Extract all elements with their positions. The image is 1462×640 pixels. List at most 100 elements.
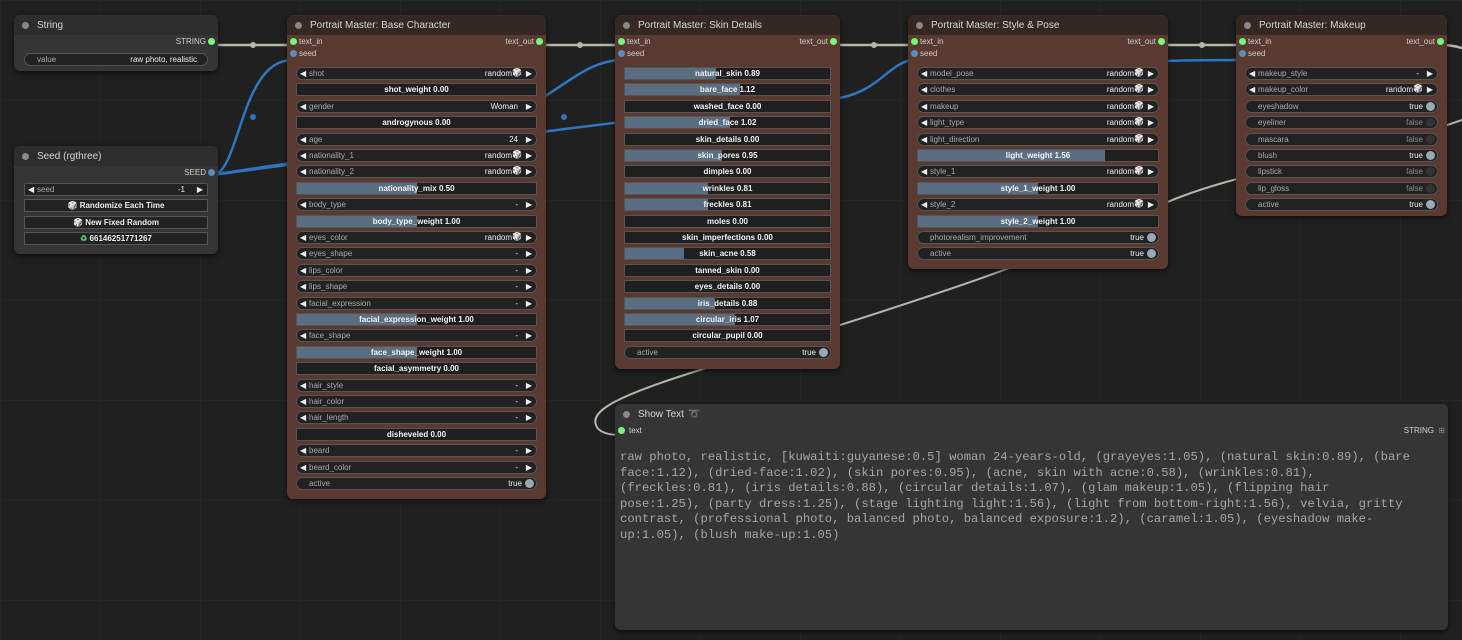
- combo-makeup[interactable]: ◀ makeup random 🎲 ▶: [917, 99, 1159, 113]
- left-arrow-icon[interactable]: ◀: [300, 397, 306, 406]
- right-arrow-icon[interactable]: ▶: [526, 331, 532, 340]
- slider-nationality-mix[interactable]: nationality_mix 0.50: [296, 181, 537, 195]
- right-arrow-icon[interactable]: ▶: [1148, 167, 1154, 176]
- grid-port-icon[interactable]: ⊞: [1438, 426, 1445, 435]
- right-arrow-icon[interactable]: ▶: [1427, 69, 1433, 78]
- collapse-dot-icon[interactable]: [22, 21, 29, 29]
- combo-shot[interactable]: ◀ shot random 🎲 ▶: [296, 67, 537, 80]
- seed-node[interactable]: Seed (rgthree) SEED ◀ seed -1 ▶ 🎲 Random…: [14, 146, 218, 254]
- left-arrow-icon[interactable]: ◀: [300, 200, 306, 209]
- right-arrow-icon[interactable]: ▶: [1148, 69, 1154, 78]
- slider-dried-face[interactable]: dried_face 1.02: [624, 116, 831, 130]
- right-arrow-icon[interactable]: ▶: [1148, 102, 1154, 111]
- toggle-active[interactable]: active true: [296, 477, 537, 490]
- slider-washed-face[interactable]: washed_face 0.00: [624, 99, 831, 113]
- left-arrow-icon[interactable]: ◀: [1249, 85, 1255, 94]
- right-arrow-icon[interactable]: ▶: [1148, 85, 1154, 94]
- toggle-photorealism-improvement[interactable]: photorealism_improvement true: [917, 231, 1159, 244]
- slider-facial-expression-weight[interactable]: facial_expression_weight 1.00: [296, 313, 537, 326]
- slider-skin-details[interactable]: skin_details 0.00: [624, 132, 831, 146]
- left-arrow-icon[interactable]: ◀: [300, 446, 306, 455]
- combo-beard-color[interactable]: ◀ beard_color - ▶: [296, 460, 537, 474]
- combo-face-shape[interactable]: ◀ face_shape - ▶: [296, 329, 537, 343]
- slider-iris-details[interactable]: iris_details 0.88: [624, 296, 831, 310]
- left-arrow-icon[interactable]: ◀: [300, 167, 306, 176]
- left-arrow-icon[interactable]: ◀: [921, 102, 927, 111]
- slider-body-type-weight[interactable]: body_type_weight 1.00: [296, 214, 537, 228]
- left-arrow-icon[interactable]: ◀: [921, 69, 927, 78]
- right-arrow-icon[interactable]: ▶: [526, 413, 532, 422]
- combo-makeup-style[interactable]: ◀ makeup_style - ▶: [1245, 67, 1438, 80]
- combo-nationality-1[interactable]: ◀ nationality_1 random 🎲 ▶: [296, 149, 537, 162]
- slider-dimples[interactable]: dimples 0.00: [624, 165, 831, 179]
- toggle-active[interactable]: active true: [624, 345, 831, 359]
- combo-facial-expression[interactable]: ◀ facial_expression - ▶: [296, 296, 537, 310]
- left-arrow-icon[interactable]: ◀: [300, 413, 306, 422]
- combo-age[interactable]: ◀ age 24 ▶: [296, 132, 537, 146]
- left-arrow-icon[interactable]: ◀: [300, 102, 306, 111]
- toggle-lip-gloss[interactable]: lip_gloss false: [1245, 181, 1438, 195]
- node-title[interactable]: Portrait Master: Base Character: [287, 15, 546, 35]
- combo-hair-length[interactable]: ◀ hair_length - ▶: [296, 411, 537, 425]
- seed-output-port[interactable]: [208, 169, 215, 176]
- collapse-dot-icon[interactable]: [295, 21, 302, 29]
- toggle-eyeliner[interactable]: eyeliner false: [1245, 116, 1438, 130]
- style-pose-node[interactable]: Portrait Master: Style & Pose text_in text…: [908, 15, 1168, 269]
- right-arrow-icon[interactable]: ▶: [526, 102, 532, 111]
- combo-hair-style[interactable]: ◀ hair_style - ▶: [296, 378, 537, 392]
- right-arrow-icon[interactable]: ▶: [526, 69, 532, 78]
- right-arrow-icon[interactable]: ▶: [526, 135, 532, 144]
- combo-clothes[interactable]: ◀ clothes random 🎲 ▶: [917, 83, 1159, 97]
- right-arrow-icon[interactable]: ▶: [526, 167, 532, 176]
- left-arrow-icon[interactable]: ◀: [300, 135, 306, 144]
- text-out-port[interactable]: [830, 38, 837, 45]
- collapse-dot-icon[interactable]: [22, 152, 29, 160]
- node-title[interactable]: Portrait Master: Makeup: [1236, 15, 1447, 35]
- randomize-each-time-button[interactable]: 🎲 Randomize Each Time: [24, 199, 208, 212]
- combo-model-pose[interactable]: ◀ model_pose random 🎲 ▶: [917, 67, 1159, 80]
- value-field[interactable]: value raw photo, realistic: [24, 53, 208, 66]
- decrement-arrow-icon[interactable]: ◀: [28, 185, 34, 194]
- left-arrow-icon[interactable]: ◀: [300, 266, 306, 275]
- slider-disheveled[interactable]: disheveled 0.00: [296, 427, 537, 441]
- right-arrow-icon[interactable]: ▶: [1148, 118, 1154, 127]
- right-arrow-icon[interactable]: ▶: [526, 397, 532, 406]
- text-in-port[interactable]: [618, 38, 625, 45]
- collapse-dot-icon[interactable]: [1244, 21, 1251, 29]
- toggle-mascara[interactable]: mascara false: [1245, 132, 1438, 146]
- slider-style-2-weight[interactable]: style_2_weight 1.00: [917, 214, 1159, 228]
- toggle-eyeshadow[interactable]: eyeshadow true: [1245, 99, 1438, 113]
- left-arrow-icon[interactable]: ◀: [300, 381, 306, 390]
- right-arrow-icon[interactable]: ▶: [526, 282, 532, 291]
- right-arrow-icon[interactable]: ▶: [526, 233, 532, 242]
- combo-nationality-2[interactable]: ◀ nationality_2 random 🎲 ▶: [296, 165, 537, 179]
- left-arrow-icon[interactable]: ◀: [921, 118, 927, 127]
- slider-facial-asymmetry[interactable]: facial_asymmetry 0.00: [296, 362, 537, 376]
- combo-lips-shape[interactable]: ◀ lips_shape - ▶: [296, 280, 537, 294]
- left-arrow-icon[interactable]: ◀: [300, 249, 306, 258]
- combo-gender[interactable]: ◀ gender Woman ▶: [296, 99, 537, 113]
- combo-eyes-color[interactable]: ◀ eyes_color random 🎲 ▶: [296, 231, 537, 244]
- seed-in-port[interactable]: [911, 50, 918, 57]
- increment-arrow-icon[interactable]: ▶: [197, 185, 203, 194]
- skin-details-node[interactable]: Portrait Master: Skin Details text_in text…: [615, 15, 840, 369]
- new-fixed-random-button[interactable]: 🎲 New Fixed Random: [24, 216, 208, 229]
- slider-circular-pupil[interactable]: circular_pupil 0.00: [624, 329, 831, 343]
- text-in-port[interactable]: [1239, 38, 1246, 45]
- left-arrow-icon[interactable]: ◀: [300, 69, 306, 78]
- last-seed-button[interactable]: ♻ 66146251771267: [24, 232, 208, 245]
- makeup-node[interactable]: Portrait Master: Makeup text_in text_out se…: [1236, 15, 1447, 216]
- slider-skin-pores[interactable]: skin_pores 0.95: [624, 149, 831, 162]
- left-arrow-icon[interactable]: ◀: [921, 135, 927, 144]
- slider-circular-iris[interactable]: circular_iris 1.07: [624, 313, 831, 326]
- left-arrow-icon[interactable]: ◀: [300, 331, 306, 340]
- combo-style-2[interactable]: ◀ style_2 random 🎲 ▶: [917, 198, 1159, 212]
- combo-beard[interactable]: ◀ beard - ▶: [296, 444, 537, 458]
- slider-moles[interactable]: moles 0.00: [624, 214, 831, 228]
- slider-light-weight[interactable]: light_weight 1.56: [917, 149, 1159, 162]
- right-arrow-icon[interactable]: ▶: [526, 200, 532, 209]
- right-arrow-icon[interactable]: ▶: [526, 151, 532, 160]
- text-in-port[interactable]: [911, 38, 918, 45]
- slider-skin-imperfections[interactable]: skin_imperfections 0.00: [624, 231, 831, 244]
- show-text-input-port[interactable]: [618, 427, 625, 434]
